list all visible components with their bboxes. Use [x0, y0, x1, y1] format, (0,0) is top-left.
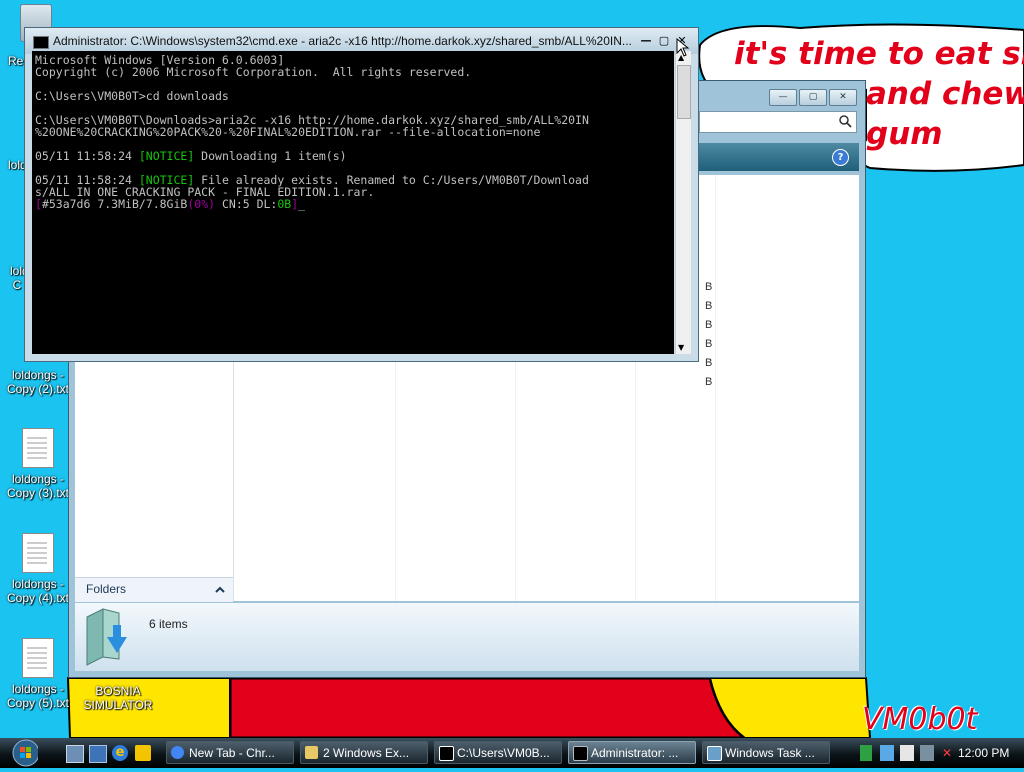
explorer-minimize-button[interactable]: — — [769, 89, 797, 106]
task-manager-icon — [707, 746, 722, 761]
file-size-cell: B — [705, 281, 713, 293]
desktop-icon-label: Re — [8, 54, 24, 68]
notice-text: Downloading 1 item(s) — [194, 149, 347, 163]
explorer-maximize-button[interactable]: ▢ — [799, 89, 827, 106]
progress-dl-speed: 0B — [277, 197, 292, 211]
folder-icon — [305, 746, 318, 759]
console-line: Copyright (c) 2006 Microsoft Corporation… — [35, 65, 472, 79]
switch-windows-icon[interactable] — [89, 745, 107, 763]
folders-toggle[interactable]: Folders — [75, 577, 233, 602]
item-count: 6 items — [149, 617, 188, 631]
desktop-icon-label: loldongs - Copy (5).txt — [6, 682, 69, 710]
windows-orb-icon — [12, 739, 40, 767]
network-activity-icon[interactable] — [860, 745, 872, 761]
wallpaper-signature: VM0b0t — [862, 702, 978, 737]
progress-percent: (0%) — [187, 197, 216, 211]
taskbar-button-7zip[interactable]: C:\Users\VM0B... — [434, 741, 562, 764]
column-divider — [715, 175, 716, 601]
file-size-cell: B — [705, 338, 713, 350]
desktop-icon-label: loldongs - Copy (3).txt — [6, 472, 69, 500]
desktop-icon-label: loldongs - Copy (4).txt — [6, 577, 69, 605]
desktop-icon-loldongs-copy-2[interactable]: loldongs - Copy (2).txt — [4, 368, 72, 396]
notice-tag: [NOTICE] — [138, 149, 195, 163]
search-icon — [839, 115, 852, 128]
taskbar-clock[interactable]: 12:00 PM — [958, 746, 1009, 760]
file-size-cell: B — [705, 357, 713, 369]
taskbar-button-cmd[interactable]: Administrator: ... — [568, 741, 696, 764]
explorer-details-pane: 6 items — [75, 603, 859, 671]
cmd-window[interactable]: Administrator: C:\Windows\system32\cmd.e… — [24, 27, 699, 362]
taskbar-button-explorer[interactable]: 2 Windows Ex... — [300, 741, 428, 764]
cmd-icon — [573, 746, 588, 761]
mouse-cursor-icon — [676, 38, 690, 57]
taskbar-button-label: New Tab - Chr... — [189, 746, 275, 760]
console-line: %20ONE%20CRACKING%20PACK%20-%20FINAL%20E… — [35, 125, 541, 139]
progress-bracket-open: [ — [35, 197, 42, 211]
tray-app-icon[interactable] — [880, 745, 894, 761]
explorer-window-controls: — ▢ ✕ — [769, 89, 857, 106]
progress-connections: CN:5 DL: — [215, 197, 278, 211]
file-size-cell: B — [705, 376, 713, 388]
wallpaper-caption-line2: and chew — [866, 76, 1024, 112]
cmd-minimize-button[interactable]: — — [637, 33, 655, 48]
network-icon[interactable] — [920, 745, 934, 761]
cmd-title: Administrator: C:\Windows\system32\cmd.e… — [53, 34, 632, 48]
document-icon — [22, 533, 54, 573]
cursor: _ — [298, 197, 306, 211]
desktop-icon-loldongs-copy-3[interactable]: loldongs - Copy (3).txt — [4, 428, 72, 500]
desktop-icon-loldongs-copy-4[interactable]: loldongs - Copy (4).txt — [4, 533, 72, 605]
tray-monitor-icon[interactable] — [900, 745, 914, 761]
document-icon — [22, 428, 54, 468]
volume-muted-icon[interactable]: ✕ — [940, 745, 954, 761]
taskbar-button-label: 2 Windows Ex... — [323, 746, 410, 760]
taskbar-button-task-manager[interactable]: Windows Task ... — [702, 741, 830, 764]
chevron-up-icon — [215, 586, 225, 593]
taskbar-button-label: C:\Users\VM0B... — [457, 746, 550, 760]
media-player-icon[interactable] — [135, 745, 151, 761]
file-size-cell: B — [705, 300, 713, 312]
wallpaper-caption-line3: gum — [866, 116, 943, 152]
internet-explorer-icon[interactable]: e — [112, 745, 128, 761]
help-icon[interactable]: ? — [832, 149, 849, 166]
desktop-icon-loldongs-copy-5[interactable]: loldongs - Copy (5).txt — [4, 638, 72, 710]
scrollbar-thumb[interactable] — [677, 65, 691, 119]
explorer-search-input[interactable] — [699, 111, 857, 133]
document-icon — [22, 638, 54, 678]
timestamp: 05/11 11:58:24 — [35, 149, 139, 163]
taskbar-button-label: Windows Task ... — [725, 746, 815, 760]
start-button[interactable] — [4, 738, 50, 768]
cmd-maximize-button[interactable]: ▢ — [655, 33, 673, 48]
console-line: 05/11 11:58:24 [NOTICE] Downloading 1 it… — [35, 150, 347, 162]
file-size-cell: B — [705, 319, 713, 331]
folders-label: Folders — [86, 582, 127, 596]
cmd-scrollbar[interactable]: ▲ ▼ — [675, 51, 691, 354]
scroll-down-arrow[interactable]: ▼ — [678, 343, 684, 352]
desktop-icon-label: BOSNIA SIMULATOR — [83, 684, 153, 712]
cmd-icon[interactable] — [33, 36, 49, 49]
console-line: C:\Users\VM0B0T>cd downloads — [35, 89, 229, 103]
wallpaper-caption-line1: it's time to eat shit — [734, 36, 1024, 72]
desktop-icon-label: lold C — [10, 264, 29, 292]
7zip-icon — [439, 746, 454, 761]
explorer-close-button[interactable]: ✕ — [829, 89, 857, 106]
taskbar: e New Tab - Chr... 2 Windows Ex... C:\Us… — [0, 738, 1024, 768]
desktop-icon-recycle-bin[interactable]: Re — [0, 4, 52, 68]
taskbar-button-label: Administrator: ... — [591, 746, 679, 760]
desktop-icon-bosnia-simulator[interactable]: BOSNIA SIMULATOR — [80, 684, 156, 712]
console-progress-line: [#53a7d6 7.3MiB/7.8GiB(0%) CN:5 DL:0B]_ — [35, 198, 305, 210]
chrome-icon — [171, 746, 184, 759]
progress-size: #53a7d6 7.3MiB/7.8GiB — [41, 197, 188, 211]
cmd-console-output[interactable]: Microsoft Windows [Version 6.0.6003] Cop… — [32, 51, 674, 354]
desktop-icon-label: loldongs - Copy (2).txt — [6, 368, 69, 396]
show-desktop-icon[interactable] — [66, 745, 84, 763]
downloads-folder-icon — [86, 608, 127, 666]
taskbar-button-chrome[interactable]: New Tab - Chr... — [166, 741, 294, 764]
